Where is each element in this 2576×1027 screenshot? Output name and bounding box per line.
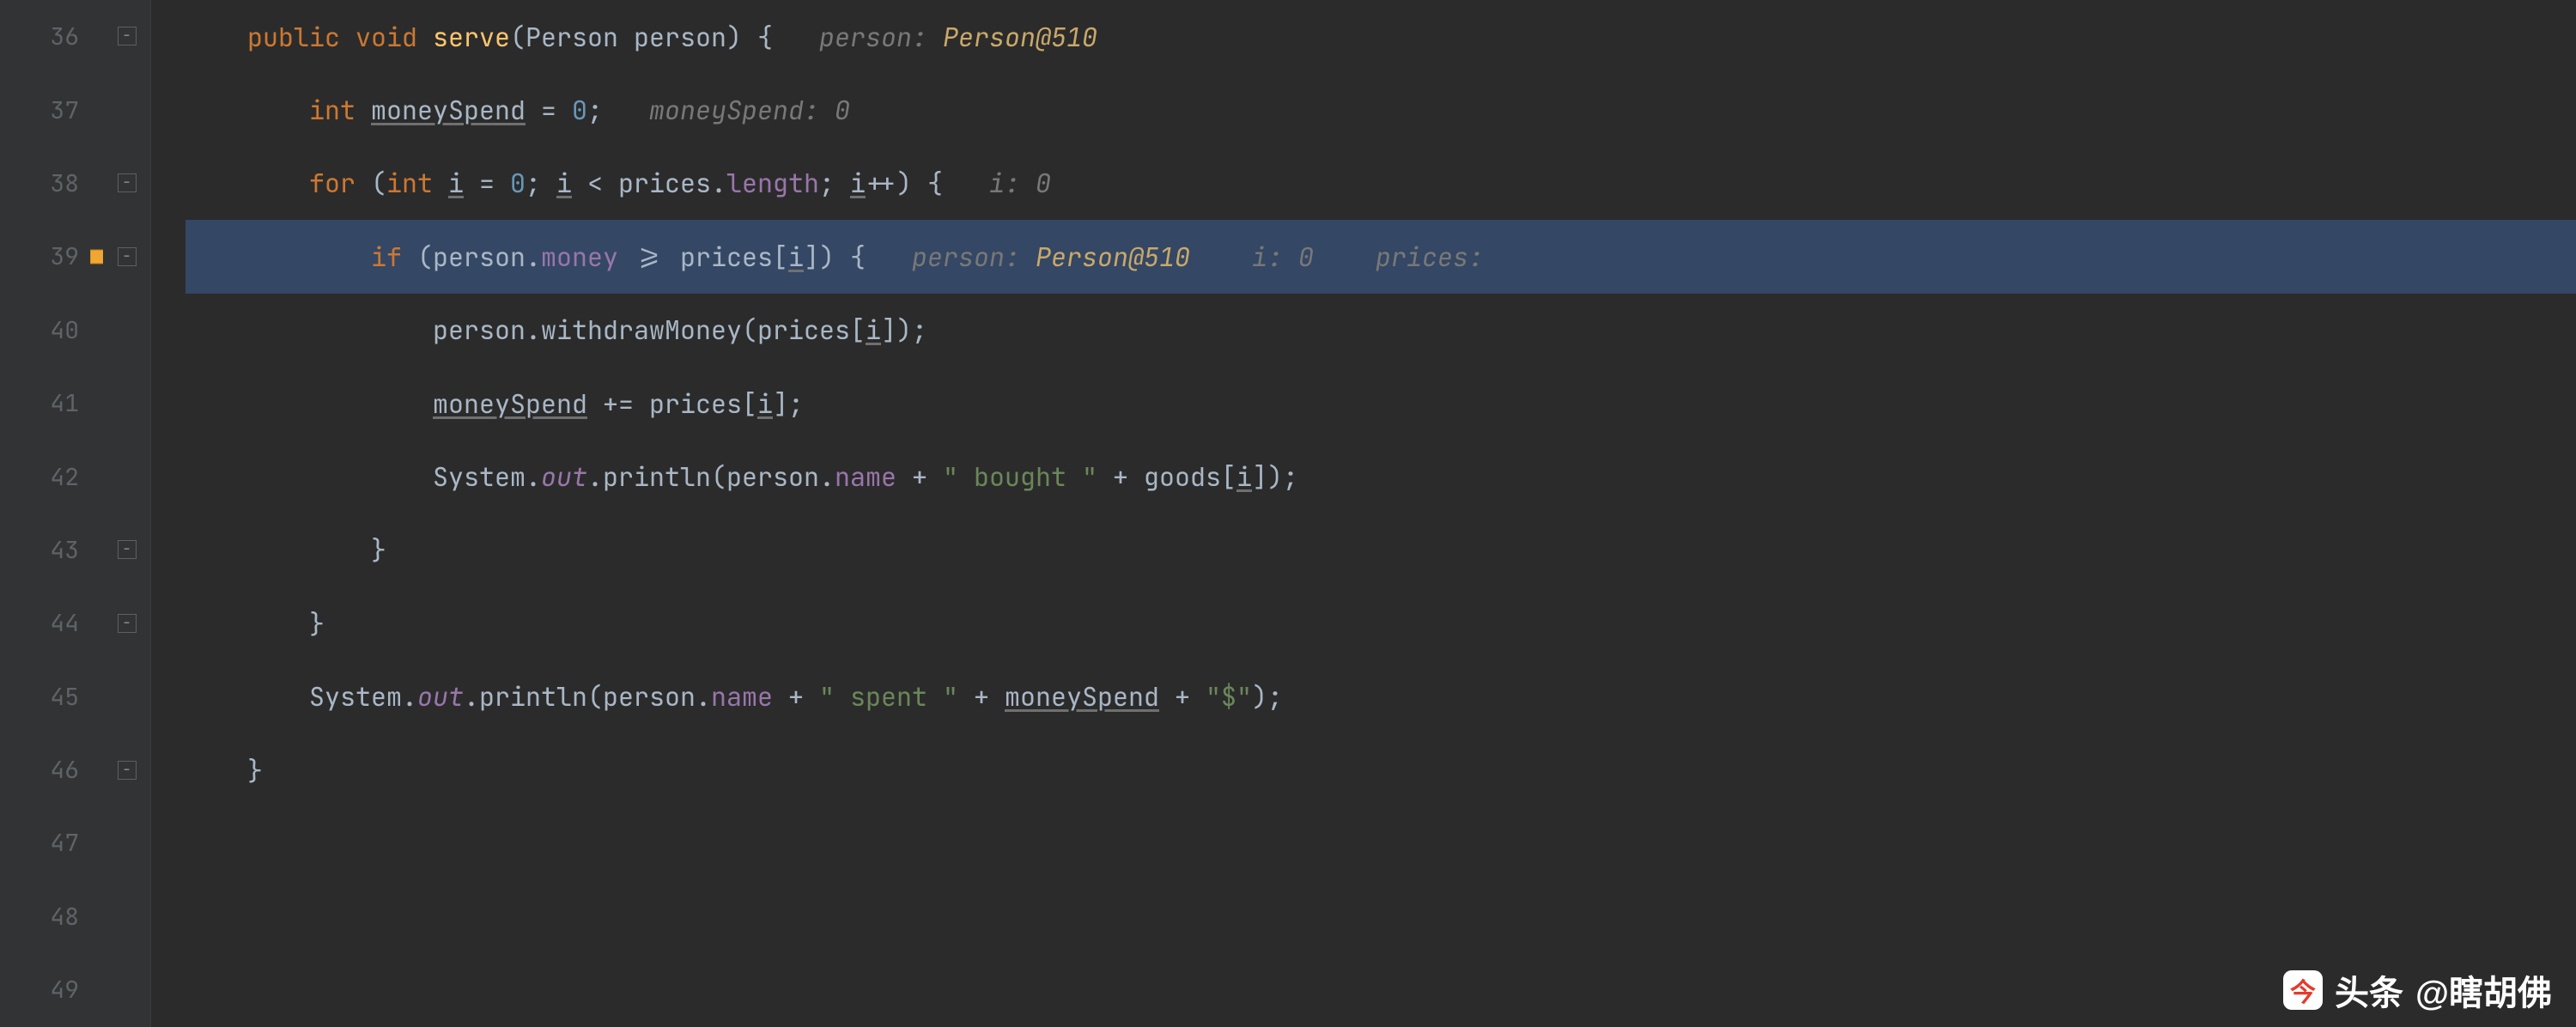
line-number: 39 (0, 220, 103, 293)
fold-toggle-icon[interactable]: − (118, 247, 137, 266)
field-ref: money (541, 240, 618, 274)
keyword-if: if (371, 240, 402, 274)
ln-39: 39 (50, 240, 79, 272)
code-line[interactable]: moneySpend += prices[i]; (185, 367, 2576, 440)
fold-toggle-icon[interactable]: − (118, 27, 137, 46)
keyword-public: public (247, 20, 340, 54)
line-number: 49 (0, 953, 103, 1026)
code-line[interactable]: } (185, 733, 2576, 806)
code-line[interactable]: person.withdrawMoney(prices[i]); (185, 294, 2576, 367)
local-var: moneySpend (371, 93, 526, 127)
code-editor[interactable]: 36 37 38 39 40 41 42 43 44 45 46 47 48 4… (0, 0, 2576, 1027)
string-literal: " bought " (943, 459, 1097, 494)
code-line[interactable]: } (185, 586, 2576, 659)
code-line[interactable] (185, 880, 2576, 953)
fold-toggle-icon[interactable]: − (118, 614, 137, 633)
inline-debug-hint: person: (819, 20, 943, 54)
code-line[interactable]: } (185, 514, 2576, 586)
ln-38: 38 (50, 167, 79, 199)
inline-debug-value: 0 (1298, 240, 1314, 274)
inline-debug-value: Person@510 (1036, 240, 1190, 274)
ln-41: 41 (50, 387, 79, 419)
line-number: 42 (0, 440, 103, 513)
code-area[interactable]: public void serve(Person person) { perso… (151, 0, 2576, 1027)
code-line[interactable] (185, 806, 2576, 879)
ln-40: 40 (50, 314, 79, 346)
line-number: 47 (0, 806, 103, 879)
line-number: 44 (0, 586, 103, 659)
fold-toggle-icon[interactable]: − (118, 540, 137, 559)
keyword-void: void (355, 20, 417, 54)
code-line[interactable]: System.out.println(person.name + " spent… (185, 660, 2576, 733)
fold-gutter: − − − − − − (103, 0, 151, 1027)
ln-37: 37 (50, 94, 79, 126)
keyword-int: int (309, 93, 355, 127)
inline-debug-value: Person@510 (943, 20, 1097, 54)
line-number: 45 (0, 660, 103, 733)
toutiao-logo-icon: 今 (2283, 970, 2323, 1010)
line-number: 40 (0, 294, 103, 367)
code-line[interactable]: System.out.println(person.name + " bough… (185, 440, 2576, 513)
watermark: 今 头条 @瞎胡佛 (2283, 965, 2552, 1015)
line-number: 41 (0, 367, 103, 440)
code-line[interactable]: public void serve(Person person) { perso… (185, 0, 2576, 73)
code-line[interactable] (185, 953, 2576, 1026)
fold-toggle-icon[interactable]: − (118, 761, 137, 780)
inline-debug-hint: i: (989, 166, 1036, 200)
line-number: 43 (0, 514, 103, 586)
line-number: 37 (0, 73, 103, 146)
watermark-label: 头条 (2335, 965, 2403, 1015)
watermark-handle: @瞎胡佛 (2415, 965, 2552, 1015)
line-number: 46 (0, 733, 103, 806)
ln-43: 43 (50, 534, 79, 566)
line-number: 48 (0, 880, 103, 953)
inline-debug-hint: i: (1252, 240, 1298, 274)
line-number: 38 (0, 147, 103, 220)
line-number: 36 (0, 0, 103, 73)
code-line[interactable]: int moneySpend = 0; moneySpend: 0 (185, 73, 2576, 146)
inline-debug-value: 0 (835, 93, 850, 127)
param-type: Person (526, 20, 618, 54)
ln-42: 42 (50, 461, 79, 493)
keyword-for: for (309, 166, 355, 200)
inline-debug-hint: prices: (1376, 240, 1499, 274)
inline-debug-hint: person: (912, 240, 1036, 274)
param-name: person (634, 20, 726, 54)
ln-45: 45 (50, 681, 79, 713)
number-literal: 0 (572, 93, 587, 127)
ln-44: 44 (50, 607, 79, 639)
fold-toggle-icon[interactable]: − (118, 173, 137, 192)
method-name: serve (433, 20, 510, 54)
ln-47: 47 (50, 827, 79, 859)
ln-36: 36 (50, 21, 79, 52)
static-field: out (541, 459, 587, 494)
ln-46: 46 (50, 754, 79, 786)
inline-debug-hint: moneySpend: (649, 93, 835, 127)
method-call: withdrawMoney (541, 313, 742, 347)
inline-debug-value: 0 (1036, 166, 1051, 200)
ln-48: 48 (50, 901, 79, 933)
line-number-gutter: 36 37 38 39 40 41 42 43 44 45 46 47 48 4… (0, 0, 103, 1027)
code-line-current[interactable]: if (person.money >= prices[i]) { person:… (185, 220, 2576, 293)
code-line[interactable]: for (int i = 0; i < prices.length; i++) … (185, 147, 2576, 220)
ln-49: 49 (50, 974, 79, 1006)
